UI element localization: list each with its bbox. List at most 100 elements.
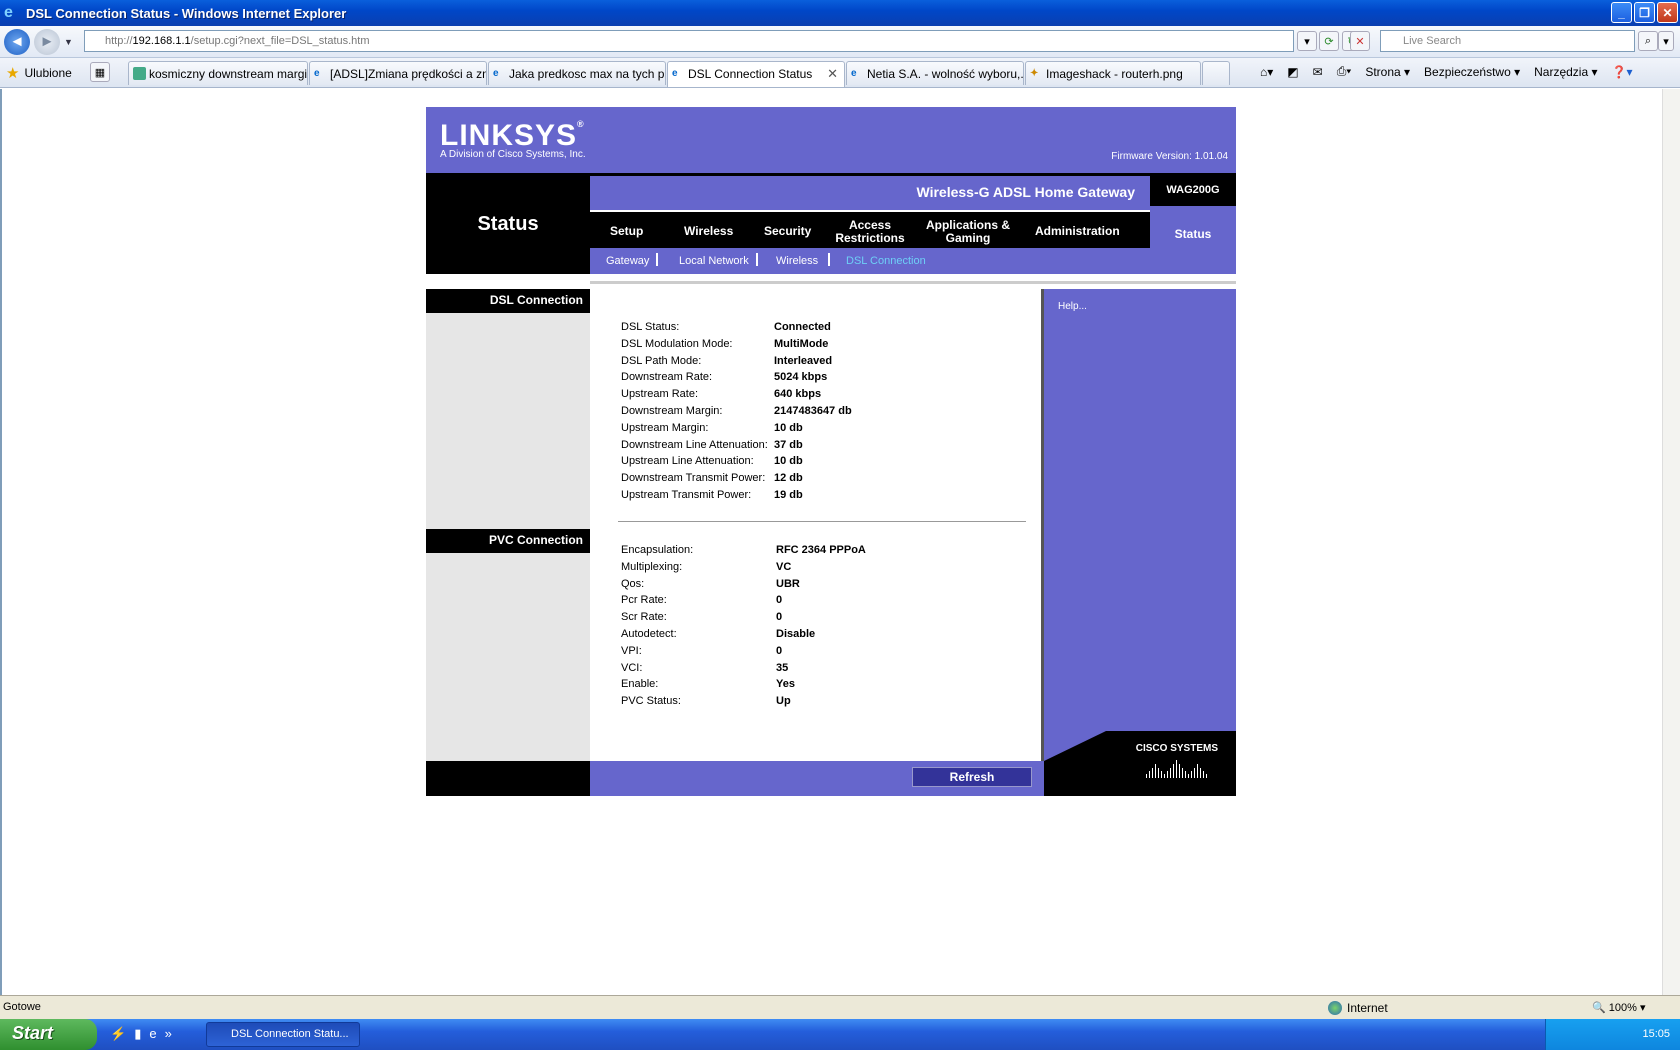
safety-menu[interactable]: Bezpieczeństwo ▾ [1424,65,1520,79]
mail-icon[interactable]: ✉ [1313,65,1323,79]
tab-label: Jaka predkosc max na tych p... [509,67,666,81]
menu-setup[interactable]: Setup [610,225,643,238]
print-icon[interactable]: ⎙▾ [1337,64,1352,79]
pvc-label: VCI: [621,661,643,674]
start-button[interactable]: Start [0,1019,97,1050]
logo-registered: ® [577,119,585,129]
search-options-icon[interactable]: ▾ [1658,31,1674,51]
stop-icon[interactable]: ✕ [1350,31,1370,51]
history-dropdown-icon[interactable]: ▼ [64,37,73,47]
division-text: A Division of Cisco Systems, Inc. [440,149,586,160]
tab-label: [ADSL]Zmiana prędkości a zm... [330,67,487,81]
dsl-value: 10 db [774,455,803,468]
menu-wireless[interactable]: Wireless [684,225,733,238]
refresh-button[interactable]: Refresh [912,767,1032,787]
menu-applications-gaming[interactable]: Applications & Gaming [918,219,1018,245]
dsl-label: Upstream Line Attenuation: [621,455,754,468]
dsl-label: DSL Path Mode: [621,354,702,367]
dsl-label: Upstream Transmit Power: [621,489,752,501]
quicklaunch-battery-icon[interactable]: ▮ [134,1026,141,1042]
dsl-label: Downstream Margin: [621,405,723,417]
menu-status[interactable]: Status [1150,206,1236,274]
pvc-value: 0 [776,644,783,657]
system-tray: 15:05 [1545,1019,1680,1050]
help-link[interactable]: Help... [1058,301,1087,312]
dsl-connection-header: DSL Connection [426,289,590,313]
dsl-label: Downstream Transmit Power: [621,472,766,485]
quicklaunch-more-icon[interactable]: » [165,1026,172,1042]
close-tab-icon[interactable]: ✕ [827,66,838,82]
dsl-label: Downstream Rate: [621,371,713,384]
start-label: Start [12,1023,54,1043]
security-zone[interactable]: Internet [1328,1001,1388,1015]
new-tab-button[interactable] [1202,61,1230,85]
tab-active[interactable]: e DSL Connection Status ✕ [667,61,845,87]
main-menu: Setup Wireless Security Access Restrictio… [590,206,1150,248]
tools-menu[interactable]: Narzędzia ▾ [1534,65,1597,79]
pvc-value: VC [776,560,792,573]
pvc-label: Autodetect: [621,628,677,640]
tab-6[interactable]: ✦ Imageshack - routerh.png [1025,61,1201,85]
menu-access-line1: Access [848,218,892,232]
pvc-value: 0 [776,611,783,624]
submenu-gateway[interactable]: Gateway [606,255,649,267]
menu-apps-line1: Applications & [925,218,1010,232]
page-icon [133,67,146,80]
menu-administration[interactable]: Administration [1035,225,1120,238]
address-input[interactable]: http://192.168.1.1/setup.cgi?next_file=D… [84,30,1294,52]
pvc-value: 35 [776,661,789,674]
dsl-value: MultiMode [774,337,829,350]
pvc-label: Encapsulation: [621,544,694,556]
imageshack-icon: ✦ [1030,68,1039,79]
menu-security[interactable]: Security [764,225,811,238]
close-button[interactable]: ✕ [1657,2,1678,23]
tab-5[interactable]: e Netia S.A. - wolność wyboru,... [846,61,1024,85]
pvc-value: Disable [776,628,816,640]
vertical-scrollbar[interactable] [1662,89,1680,995]
zoom-control[interactable]: 🔍 100% ▾ [1592,1001,1645,1014]
favorites-button[interactable]: ★ Ulubione [6,64,72,82]
search-icon[interactable]: ⌕ [1638,31,1658,51]
feeds-icon[interactable]: ◩ [1287,65,1298,79]
page-menu[interactable]: Strona ▾ [1365,65,1410,79]
safety-menu-label: Bezpieczeństwo [1424,64,1511,79]
cisco-bars-icon [1136,758,1218,778]
window-title: DSL Connection Status - Windows Internet… [26,5,347,21]
back-button[interactable]: ◄ [4,28,30,55]
cisco-logo: CISCO SYSTEMS [1136,743,1218,778]
taskbar-window-label: DSL Connection Statu... [231,1028,349,1040]
dsl-value: 37 db [774,438,803,451]
dsl-value: 10 db [774,421,803,434]
taskbar-ie-window[interactable]: DSL Connection Statu... [206,1022,360,1047]
footer-left [426,761,590,796]
dsl-label: Upstream Margin: [621,421,709,434]
rss-feed-icon[interactable]: ⟳ [1319,31,1339,51]
search-input[interactable]: Live Search [1380,30,1635,52]
maximize-button[interactable]: ❐ [1634,2,1655,23]
submenu-dsl-connection[interactable]: DSL Connection [846,255,926,267]
firmware-version: Firmware Version: 1.01.04 [1111,151,1228,162]
ie-page-icon: e [851,68,857,79]
pvc-label: VPI: [621,644,642,657]
help-icon[interactable]: ❓▾ [1612,65,1633,79]
quicklaunch-ie-icon[interactable]: e [149,1026,156,1042]
search-placeholder: Live Search [1403,35,1462,47]
globe-icon [1328,1001,1342,1015]
submenu-local-network[interactable]: Local Network [679,255,749,267]
quicklaunch-app-icon[interactable]: ⚡ [110,1026,126,1042]
favorites-label: Ulubione [24,66,72,80]
quick-tabs-icon[interactable]: ▦ [90,62,110,82]
tab-3[interactable]: e Jaka predkosc max na tych p... [488,61,666,85]
compatibility-icon[interactable]: ▾ [1297,31,1317,51]
pvc-label: Enable: [621,678,659,691]
minimize-button[interactable]: _ [1611,2,1632,23]
menu-access-restrictions[interactable]: Access Restrictions [835,219,905,245]
zone-label: Internet [1347,1001,1388,1015]
tab-2[interactable]: e [ADSL]Zmiana prędkości a zm... [309,61,487,85]
submenu-wireless[interactable]: Wireless [776,255,818,267]
tabs-bar: ★ Ulubione ▦ kosmiczny downstream margi..… [0,58,1680,88]
forward-button[interactable]: ► [34,28,60,55]
status-bar: Gotowe Internet 🔍 100% ▾ [0,995,1680,1019]
tab-1[interactable]: kosmiczny downstream margi... [128,61,308,85]
home-icon[interactable]: ⌂▾ [1260,65,1273,79]
